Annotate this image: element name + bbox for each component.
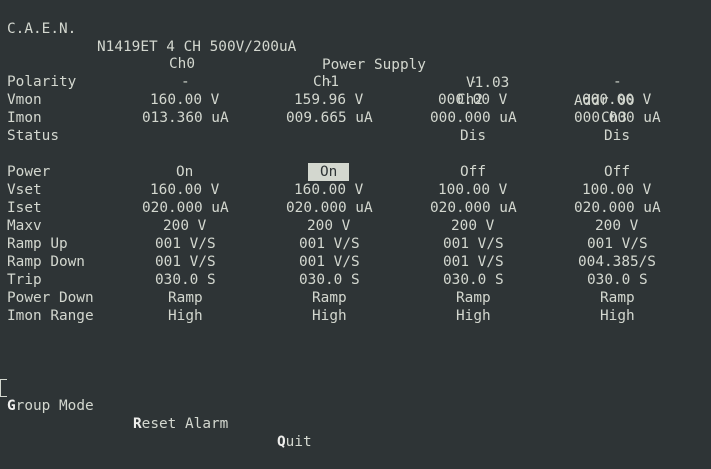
value-trip-ch2[interactable]: 030.0 S xyxy=(443,271,504,289)
value-iset-ch1[interactable]: 020.000 uA xyxy=(286,199,373,217)
value-imon-range-ch2[interactable]: High xyxy=(456,307,491,325)
menu-reset-alarm-label: eset Alarm xyxy=(141,416,229,432)
channel-header-row: Ch0 Ch1 Ch2 Ch3 xyxy=(7,37,627,126)
param-label: Power xyxy=(7,164,51,180)
value-maxv-ch1[interactable]: 200 V xyxy=(307,217,350,235)
value-imon-range-ch1[interactable]: High xyxy=(312,307,347,325)
menu-reset-alarm-hotkey: R xyxy=(133,416,142,432)
channel-header-ch0: Ch0 xyxy=(169,56,195,72)
value-imon-ch1: 009.665 uA xyxy=(286,110,373,126)
value-trip-ch0[interactable]: 030.0 S xyxy=(155,271,216,289)
param-row-maxv: Maxv 200 V 200 V 200 V 200 V xyxy=(0,217,711,235)
value-ramp-up-ch3[interactable]: 001 V/S xyxy=(587,235,648,253)
menu-group-mode[interactable]: Group Mode xyxy=(7,397,94,415)
param-label: Power Down xyxy=(7,290,94,306)
value-ramp-down-ch3[interactable]: 004.385/S xyxy=(578,253,656,271)
param-row-trip: Trip 030.0 S 030.0 S 030.0 S 030.0 S xyxy=(0,271,711,289)
param-label: Polarity xyxy=(7,74,77,90)
param-label: Status xyxy=(7,128,59,144)
value-ramp-down-ch1[interactable]: 001 V/S xyxy=(299,253,360,271)
header-bar: C.A.E.N. N1419ET 4 CH 500V/200uA Power S… xyxy=(7,2,635,109)
value-trip-ch1[interactable]: 030.0 S xyxy=(299,271,360,289)
value-vset-ch2[interactable]: 100.00 V xyxy=(438,181,507,199)
param-row-status: Status Dis Dis xyxy=(0,127,711,145)
value-maxv-ch3[interactable]: 200 V xyxy=(595,217,638,235)
param-row-vset: Vset 160.00 V 160.00 V 100.00 V 100.00 V xyxy=(0,181,711,199)
value-imon-ch3: 000.000 uA xyxy=(574,110,661,126)
value-power-down-ch3[interactable]: Ramp xyxy=(600,289,635,307)
menu-quit[interactable]: Quit xyxy=(277,433,312,451)
text-cursor xyxy=(0,379,7,397)
command-menu: Group Mode Reset Alarm Quit xyxy=(7,379,312,450)
value-maxv-ch2[interactable]: 200 V xyxy=(451,217,494,235)
value-vmon-ch2: 000.00 V xyxy=(438,92,508,108)
value-ramp-up-ch1[interactable]: 001 V/S xyxy=(299,235,360,253)
value-polarity-ch2: - xyxy=(469,74,478,90)
param-row-iset: Iset 020.000 uA 020.000 uA 020.000 uA 020.00… xyxy=(0,199,711,217)
value-power-ch3[interactable]: Off xyxy=(604,163,630,181)
value-ramp-down-ch2[interactable]: 001 V/S xyxy=(443,253,504,271)
value-iset-ch0[interactable]: 020.000 uA xyxy=(142,199,229,217)
menu-reset-alarm[interactable]: Reset Alarm xyxy=(133,415,228,433)
product-label: Power Supply xyxy=(322,57,426,73)
param-label: Vset xyxy=(7,182,42,198)
model-label: N1419ET 4 CH 500V/200uA xyxy=(97,39,297,55)
value-power-ch0[interactable]: On xyxy=(176,163,193,181)
value-imon-range-ch0[interactable]: High xyxy=(168,307,203,325)
param-label: Imon Range xyxy=(7,308,94,324)
value-ramp-up-ch0[interactable]: 001 V/S xyxy=(155,235,216,253)
param-row-power-down: Power Down Ramp Ramp Ramp Ramp xyxy=(0,289,711,307)
value-imon-ch2: 000.000 uA xyxy=(430,110,517,126)
value-iset-ch2[interactable]: 020.000 uA xyxy=(430,199,517,217)
value-polarity-ch0: - xyxy=(181,74,190,90)
param-row-imon: Imon 013.360 uA 009.665 uA 000.000 uA 000.00… xyxy=(0,109,711,127)
param-label: Ramp Down xyxy=(7,254,85,270)
param-label: Imon xyxy=(7,110,42,126)
param-row-vmon: Vmon 160.00 V 159.96 V 000.00 V 000.00 V xyxy=(0,91,711,109)
value-vset-ch0[interactable]: 160.00 V xyxy=(150,181,219,199)
value-status-ch2: Dis xyxy=(460,128,486,144)
value-trip-ch3[interactable]: 030.0 S xyxy=(587,271,648,289)
param-row-imon-range: Imon Range High High High High xyxy=(0,307,711,325)
value-vset-ch1[interactable]: 160.00 V xyxy=(294,181,363,199)
value-ramp-up-ch2[interactable]: 001 V/S xyxy=(443,235,504,253)
value-ramp-down-ch0[interactable]: 001 V/S xyxy=(155,253,216,271)
value-imon-range-ch3[interactable]: High xyxy=(600,307,635,325)
value-maxv-ch0[interactable]: 200 V xyxy=(163,217,206,235)
value-imon-ch0: 013.360 uA xyxy=(142,110,229,126)
menu-quit-label: uit xyxy=(285,434,312,450)
terminal-window: C.A.E.N. N1419ET 4 CH 500V/200uA Power S… xyxy=(0,0,711,450)
param-label: Ramp Up xyxy=(7,236,68,252)
value-vset-ch3[interactable]: 100.00 V xyxy=(582,181,651,199)
param-row-power: Power On On Off Off xyxy=(0,163,711,181)
value-power-ch2[interactable]: Off xyxy=(460,163,486,181)
value-polarity-ch3: - xyxy=(613,74,622,90)
value-polarity-ch1: - xyxy=(325,74,334,90)
menu-quit-hotkey: Q xyxy=(277,434,286,450)
param-label: Maxv xyxy=(7,218,42,234)
brand-label: C.A.E.N. xyxy=(7,21,77,37)
value-status-ch3: Dis xyxy=(604,128,630,144)
value-vmon-ch0: 160.00 V xyxy=(150,92,220,108)
param-row-ramp-down: Ramp Down 001 V/S 001 V/S 001 V/S 004.385/S xyxy=(0,253,711,271)
value-iset-ch3[interactable]: 020.000 uA xyxy=(574,199,661,217)
selected-field[interactable]: On xyxy=(308,163,350,181)
value-power-down-ch0[interactable]: Ramp xyxy=(168,289,203,307)
value-vmon-ch1: 159.96 V xyxy=(294,92,364,108)
value-power-down-ch1[interactable]: Ramp xyxy=(312,289,347,307)
param-row-polarity: Polarity - - - - xyxy=(0,73,711,91)
param-label: Iset xyxy=(7,200,42,216)
param-row-ramp-up: Ramp Up 001 V/S 001 V/S 001 V/S 001 V/S xyxy=(0,235,711,253)
param-label: Vmon xyxy=(7,92,42,108)
value-vmon-ch3: 000.00 V xyxy=(582,92,652,108)
value-power-down-ch2[interactable]: Ramp xyxy=(456,289,491,307)
param-label: Trip xyxy=(7,272,42,288)
